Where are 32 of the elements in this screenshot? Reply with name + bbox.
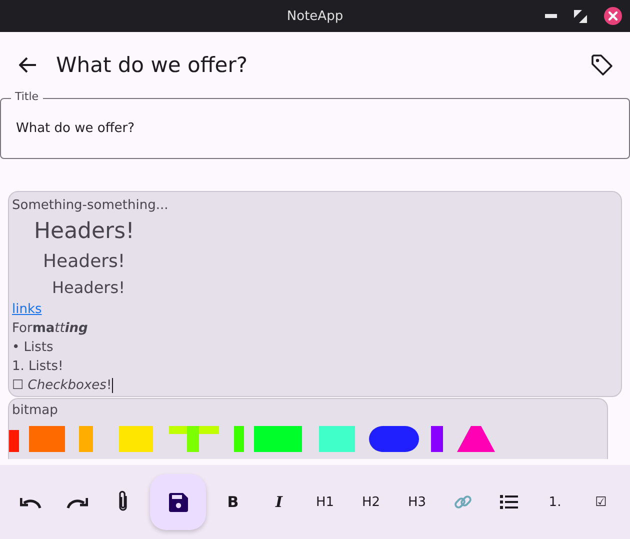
format-button[interactable]: ☑	[578, 474, 624, 530]
redo-icon	[66, 495, 88, 509]
note-line: • Lists	[12, 339, 54, 357]
note-line: ☐ Checkboxes!	[12, 376, 113, 395]
header-text: Headers!	[42, 250, 126, 274]
field-label: Title	[11, 90, 43, 103]
format-button[interactable]: B	[210, 474, 256, 530]
header-text: Headers!	[33, 218, 134, 246]
tag-icon[interactable]	[591, 54, 613, 76]
format-button[interactable]: H2	[348, 474, 394, 530]
header-text: Headers!	[51, 277, 126, 299]
formatted-text: Formatting	[12, 320, 88, 338]
format-button[interactable]: H3	[394, 474, 440, 530]
list-icon	[500, 495, 518, 509]
format-button[interactable]: I	[256, 474, 302, 530]
close-icon[interactable]	[604, 7, 622, 25]
attachment-label: bitmap	[12, 402, 58, 420]
note-editor[interactable]: Something-something... Headers! Headers! Headers! links Formatting • Lists 1. Lists! ☐ Checkboxes!	[8, 191, 622, 397]
format-button[interactable]: 1.	[532, 474, 578, 530]
title-field[interactable]: Title What do we offer?	[0, 90, 630, 159]
field-value: What do we offer?	[16, 121, 135, 136]
page-title: What do we offer?	[56, 52, 248, 76]
back-arrow-icon[interactable]	[19, 56, 37, 72]
window-title: NoteApp	[286, 8, 344, 24]
undo-icon	[20, 495, 42, 509]
save-icon	[168, 492, 188, 512]
maximize-icon[interactable]	[574, 10, 587, 22]
note-line: 1. Lists!	[12, 358, 64, 376]
link-icon	[454, 493, 472, 511]
save-button[interactable]	[150, 474, 206, 530]
format-button[interactable]: H1	[302, 474, 348, 530]
note-line: Something-something...	[12, 197, 168, 215]
